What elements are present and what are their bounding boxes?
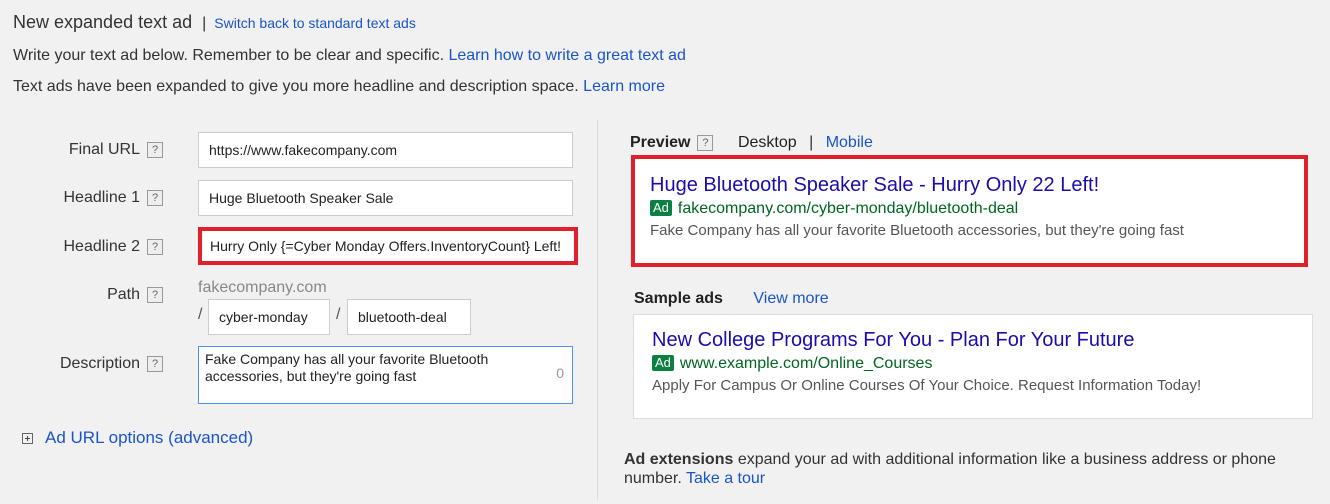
sample-ad-description: Apply For Campus Or Online Courses Of Yo… — [652, 377, 1202, 394]
help-icon[interactable]: ? — [147, 238, 163, 255]
preview-ad-headline: Huge Bluetooth Speaker Sale - Hurry Only… — [650, 174, 1100, 196]
sample-ad: New College Programs For You - Plan For … — [633, 314, 1313, 419]
page-header: New expanded text ad | Switch back to stan… — [13, 12, 416, 33]
preview-label: Preview — [630, 134, 691, 151]
path-slash-1: / — [198, 306, 203, 323]
ad-extensions-note: Ad extensions expand your ad with additi… — [624, 450, 1314, 488]
intro-line-1: Write your text ad below. Remember to be… — [13, 47, 686, 65]
final-url-label: Final URL — [68, 141, 140, 158]
preview-header: Preview? Desktop | Mobile — [630, 134, 873, 152]
description-input[interactable]: Fake Company has all your favorite Bluet… — [198, 346, 573, 404]
headline1-input[interactable]: Huge Bluetooth Speaker Sale — [198, 180, 573, 216]
sample-ad-url-row: Ad www.example.com/Online_Courses — [652, 355, 1294, 373]
help-icon[interactable]: ? — [147, 286, 163, 303]
headline2-label: Headline 2 — [63, 238, 141, 255]
description-label: Description — [59, 355, 140, 372]
headline1-label: Headline 1 — [63, 189, 141, 206]
ad-url-options-toggle[interactable]: Ad URL options (advanced) — [22, 428, 253, 448]
tab-separator: | — [809, 134, 814, 151]
preview-ad-url-row: Ad fakecompany.com/cyber-monday/bluetooth… — [650, 200, 1289, 218]
view-more-link[interactable]: View more — [753, 290, 828, 307]
path-label-row: Path? — [13, 286, 163, 304]
final-url-label-row: Final URL? — [13, 141, 163, 159]
help-icon[interactable]: ? — [147, 141, 163, 158]
headline2-label-row: Headline 2? — [13, 238, 163, 256]
path-domain: fakecompany.com — [198, 279, 327, 296]
help-icon[interactable]: ? — [147, 189, 163, 206]
sample-ads-label: Sample ads — [634, 290, 723, 307]
tab-desktop[interactable]: Desktop — [738, 134, 797, 151]
sample-ad-display-url: www.example.com/Online_Courses — [679, 355, 933, 372]
path-label: Path — [107, 286, 140, 303]
headline1-label-row: Headline 1? — [13, 189, 163, 207]
ad-url-options-link[interactable]: Ad URL options (advanced) — [45, 428, 253, 447]
help-icon[interactable]: ? — [147, 355, 163, 372]
intro-text-1: Write your text ad below. Remember to be… — [13, 47, 445, 64]
char-counter: 0 — [556, 365, 564, 381]
page-title: New expanded text ad — [13, 12, 193, 32]
path-slash-2: / — [336, 306, 341, 323]
help-icon[interactable]: ? — [697, 134, 714, 151]
path2-input[interactable]: bluetooth-deal — [347, 299, 471, 335]
expand-plus-icon — [22, 433, 33, 445]
preview-ad-display-url: fakecompany.com/cyber-monday/bluetooth-d… — [677, 200, 1019, 217]
title-separator: | — [202, 15, 207, 32]
switch-to-standard-link[interactable]: Switch back to standard text ads — [214, 15, 416, 31]
sample-ad-headline: New College Programs For You - Plan For … — [652, 329, 1135, 351]
description-text: Fake Company has all your favorite Bluet… — [205, 351, 489, 384]
take-a-tour-link[interactable]: Take a tour — [686, 470, 765, 487]
column-divider — [597, 120, 598, 500]
ad-badge: Ad — [652, 355, 674, 371]
sample-ads-header: Sample ads View more — [634, 290, 829, 308]
final-url-input[interactable]: https://www.fakecompany.com — [198, 132, 573, 168]
path1-input[interactable]: cyber-monday — [208, 299, 330, 335]
ad-badge: Ad — [650, 200, 672, 216]
headline2-input[interactable]: Hurry Only {=Cyber Monday Offers.Invento… — [198, 227, 578, 265]
learn-how-link[interactable]: Learn how to write a great text ad — [448, 47, 685, 64]
ad-extensions-bold: Ad extensions — [624, 451, 734, 468]
learn-more-link[interactable]: Learn more — [583, 78, 665, 95]
tab-mobile[interactable]: Mobile — [826, 134, 873, 151]
intro-line-2: Text ads have been expanded to give you … — [13, 78, 665, 96]
intro-text-2: Text ads have been expanded to give you … — [13, 78, 579, 95]
description-label-row: Description? — [13, 355, 163, 373]
preview-ad: Huge Bluetooth Speaker Sale - Hurry Only… — [631, 155, 1308, 267]
preview-ad-description: Fake Company has all your favorite Bluet… — [650, 222, 1184, 239]
